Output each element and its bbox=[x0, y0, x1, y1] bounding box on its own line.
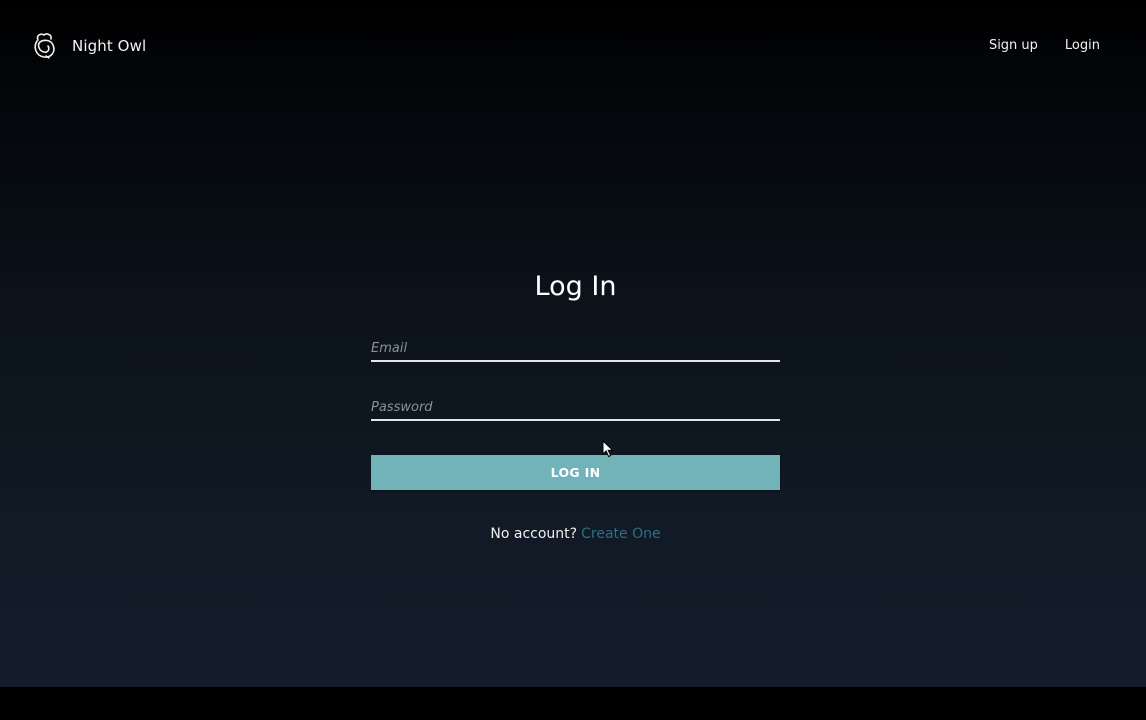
nav-login-link[interactable]: Login bbox=[1065, 38, 1100, 53]
nav-signup-link[interactable]: Sign up bbox=[989, 38, 1038, 53]
navbar: Night Owl Sign up Login bbox=[0, 0, 1146, 92]
nav-links: Sign up Login bbox=[989, 38, 1100, 53]
password-field[interactable] bbox=[371, 395, 780, 421]
page-title: Log In bbox=[534, 271, 617, 302]
owl-logo-icon bbox=[34, 33, 55, 59]
create-account-link[interactable]: Create One bbox=[581, 526, 660, 542]
login-button[interactable]: LOG IN bbox=[371, 455, 780, 490]
brand-link[interactable]: Night Owl bbox=[32, 32, 146, 60]
brand-name: Night Owl bbox=[72, 37, 147, 55]
bottom-bar bbox=[0, 687, 1146, 720]
no-account-text: No account? bbox=[490, 526, 578, 542]
email-field[interactable] bbox=[371, 336, 780, 362]
login-form: Log In LOG IN No account?Create One bbox=[371, 268, 780, 542]
mouse-pointer-icon bbox=[602, 440, 614, 458]
create-account-line: No account? Create One bbox=[371, 526, 780, 542]
page-viewport: Night Owl Sign up Login Log In LOG IN No… bbox=[0, 0, 1146, 687]
